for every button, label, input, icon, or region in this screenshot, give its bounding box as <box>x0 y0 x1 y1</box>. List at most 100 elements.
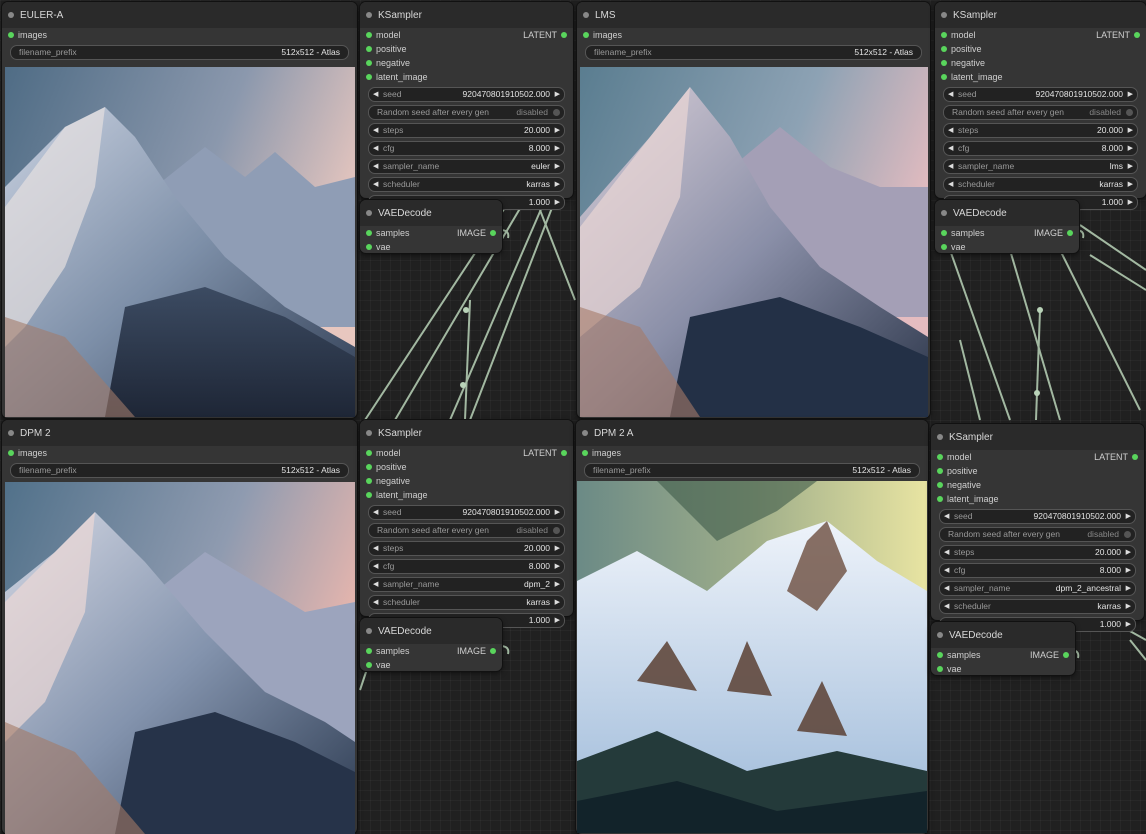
cfg-widget[interactable]: ◀ cfg 8.000 ▶ <box>943 141 1138 156</box>
decrement-arrow-icon[interactable]: ◀ <box>373 142 378 155</box>
node-header[interactable]: EULER-A <box>2 2 357 28</box>
decrement-arrow-icon[interactable]: ◀ <box>373 88 378 101</box>
model-input-slot[interactable] <box>937 454 943 460</box>
node-header[interactable]: KSampler <box>931 424 1144 450</box>
node-header[interactable]: VAEDecode <box>360 200 502 226</box>
decrement-arrow-icon[interactable]: ◀ <box>948 124 953 137</box>
vae-decode-node-2[interactable]: VAEDecode samples IMAGE vae <box>360 618 502 671</box>
decrement-arrow-icon[interactable]: ◀ <box>373 596 378 609</box>
positive-input-slot[interactable] <box>366 46 372 52</box>
ksampler-node-3[interactable]: KSampler model LATENT positive negative l… <box>931 424 1144 632</box>
increment-arrow-icon[interactable]: ▶ <box>555 506 560 519</box>
images-input-slot[interactable] <box>582 450 588 456</box>
increment-arrow-icon[interactable]: ▶ <box>1126 546 1131 559</box>
seed-widget[interactable]: ◀ seed 920470801910502.000 ▶ <box>939 509 1136 524</box>
cfg-widget[interactable]: ◀ cfg 8.000 ▶ <box>368 141 565 156</box>
sampler-name-widget[interactable]: ◀ sampler_name lms ▶ <box>943 159 1138 174</box>
filename-prefix-field[interactable]: filename_prefix 512x512 - Atlas <box>584 463 920 478</box>
decrement-arrow-icon[interactable]: ◀ <box>373 124 378 137</box>
latent-output-slot[interactable] <box>561 32 567 38</box>
scheduler-widget[interactable]: ◀ scheduler karras ▶ <box>368 177 565 192</box>
increment-arrow-icon[interactable]: ▶ <box>1126 618 1131 631</box>
scheduler-widget[interactable]: ◀ scheduler karras ▶ <box>939 599 1136 614</box>
increment-arrow-icon[interactable]: ▶ <box>1128 88 1133 101</box>
increment-arrow-icon[interactable]: ▶ <box>555 178 560 191</box>
samples-input-slot[interactable] <box>366 230 372 236</box>
decrement-arrow-icon[interactable]: ◀ <box>944 546 949 559</box>
decrement-arrow-icon[interactable]: ◀ <box>948 88 953 101</box>
images-input-slot[interactable] <box>8 32 14 38</box>
decrement-arrow-icon[interactable]: ◀ <box>373 178 378 191</box>
collapse-dot-icon[interactable] <box>8 430 14 436</box>
vae-input-slot[interactable] <box>937 666 943 672</box>
increment-arrow-icon[interactable]: ▶ <box>555 578 560 591</box>
decrement-arrow-icon[interactable]: ◀ <box>944 510 949 523</box>
decrement-arrow-icon[interactable]: ◀ <box>948 160 953 173</box>
node-header[interactable]: VAEDecode <box>931 622 1075 648</box>
collapse-dot-icon[interactable] <box>366 628 372 634</box>
negative-input-slot[interactable] <box>941 60 947 66</box>
increment-arrow-icon[interactable]: ▶ <box>555 542 560 555</box>
node-header[interactable]: LMS <box>577 2 930 28</box>
seed-widget[interactable]: ◀ seed 920470801910502.000 ▶ <box>943 87 1138 102</box>
steps-widget[interactable]: ◀ steps 20.000 ▶ <box>368 541 565 556</box>
latent-output-slot[interactable] <box>561 450 567 456</box>
increment-arrow-icon[interactable]: ▶ <box>1126 564 1131 577</box>
vae-decode-node-0[interactable]: VAEDecode samples IMAGE vae <box>360 200 502 253</box>
decrement-arrow-icon[interactable]: ◀ <box>944 582 949 595</box>
collapse-dot-icon[interactable] <box>366 12 372 18</box>
scheduler-widget[interactable]: ◀ scheduler karras ▶ <box>368 595 565 610</box>
decrement-arrow-icon[interactable]: ◀ <box>944 600 949 613</box>
collapse-dot-icon[interactable] <box>941 210 947 216</box>
increment-arrow-icon[interactable]: ▶ <box>555 196 560 209</box>
filename-prefix-field[interactable]: filename_prefix 512x512 - Atlas <box>585 45 922 60</box>
save-image-node-lms[interactable]: LMS images filename_prefix 512x512 - Atla… <box>577 2 930 418</box>
negative-input-slot[interactable] <box>937 482 943 488</box>
positive-input-slot[interactable] <box>937 468 943 474</box>
increment-arrow-icon[interactable]: ▶ <box>1128 196 1133 209</box>
decrement-arrow-icon[interactable]: ◀ <box>948 178 953 191</box>
vae-decode-node-3[interactable]: VAEDecode samples IMAGE vae <box>931 622 1075 675</box>
decrement-arrow-icon[interactable]: ◀ <box>373 506 378 519</box>
increment-arrow-icon[interactable]: ▶ <box>1128 178 1133 191</box>
steps-widget[interactable]: ◀ steps 20.000 ▶ <box>943 123 1138 138</box>
cfg-widget[interactable]: ◀ cfg 8.000 ▶ <box>368 559 565 574</box>
node-header[interactable]: KSampler <box>935 2 1146 28</box>
image-output-slot[interactable] <box>1063 652 1069 658</box>
decrement-arrow-icon[interactable]: ◀ <box>948 142 953 155</box>
images-input-slot[interactable] <box>583 32 589 38</box>
image-output-slot[interactable] <box>490 230 496 236</box>
node-header[interactable]: KSampler <box>360 2 573 28</box>
filename-prefix-field[interactable]: filename_prefix 512x512 - Atlas <box>10 45 349 60</box>
increment-arrow-icon[interactable]: ▶ <box>1126 510 1131 523</box>
latent-output-slot[interactable] <box>1132 454 1138 460</box>
toggle-knob[interactable] <box>553 527 560 534</box>
decrement-arrow-icon[interactable]: ◀ <box>373 578 378 591</box>
sampler-name-widget[interactable]: ◀ sampler_name euler ▶ <box>368 159 565 174</box>
vae-input-slot[interactable] <box>366 662 372 668</box>
negative-input-slot[interactable] <box>366 60 372 66</box>
cfg-widget[interactable]: ◀ cfg 8.000 ▶ <box>939 563 1136 578</box>
filename-prefix-field[interactable]: filename_prefix 512x512 - Atlas <box>10 463 349 478</box>
node-header[interactable]: VAEDecode <box>935 200 1079 226</box>
increment-arrow-icon[interactable]: ▶ <box>1128 160 1133 173</box>
model-input-slot[interactable] <box>366 450 372 456</box>
negative-input-slot[interactable] <box>366 478 372 484</box>
steps-widget[interactable]: ◀ steps 20.000 ▶ <box>368 123 565 138</box>
seed-widget[interactable]: ◀ seed 920470801910502.000 ▶ <box>368 87 565 102</box>
collapse-dot-icon[interactable] <box>582 430 588 436</box>
toggle-knob[interactable] <box>553 109 560 116</box>
image-output-slot[interactable] <box>1067 230 1073 236</box>
collapse-dot-icon[interactable] <box>366 210 372 216</box>
ksampler-node-0[interactable]: KSampler model LATENT positive negative l… <box>360 2 573 210</box>
collapse-dot-icon[interactable] <box>937 632 943 638</box>
random-seed-toggle[interactable]: Random seed after every gen disabled <box>939 527 1136 542</box>
vae-decode-node-1[interactable]: VAEDecode samples IMAGE vae <box>935 200 1079 253</box>
node-header[interactable]: DPM 2 A <box>576 420 928 446</box>
toggle-knob[interactable] <box>1124 531 1131 538</box>
samples-input-slot[interactable] <box>937 652 943 658</box>
collapse-dot-icon[interactable] <box>366 430 372 436</box>
increment-arrow-icon[interactable]: ▶ <box>555 560 560 573</box>
latent-image-input-slot[interactable] <box>366 74 372 80</box>
increment-arrow-icon[interactable]: ▶ <box>1126 600 1131 613</box>
